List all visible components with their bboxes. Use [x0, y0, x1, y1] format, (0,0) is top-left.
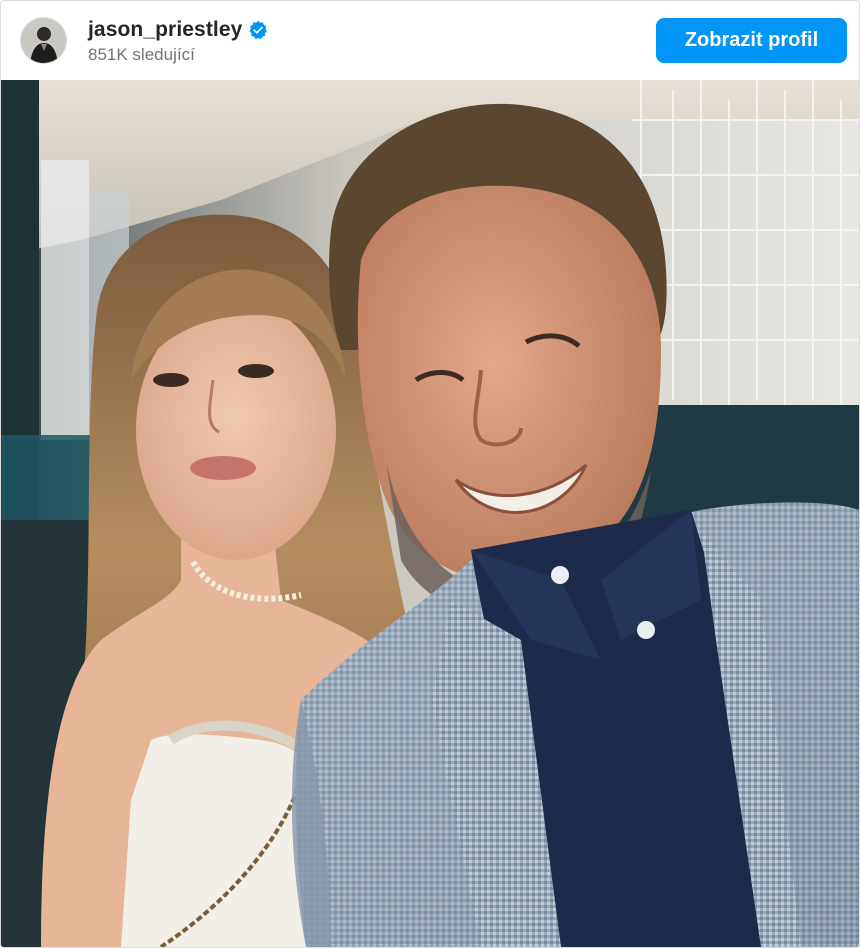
- follower-count: 851K sledující: [88, 44, 195, 64]
- view-profile-button[interactable]: Zobrazit profil: [656, 18, 847, 63]
- profile-avatar[interactable]: [20, 17, 67, 64]
- post-header: jason_priestley 851K sledující Zobrazit …: [1, 1, 859, 80]
- selfie-photo: [1, 80, 859, 947]
- instagram-embed: jason_priestley 851K sledující Zobrazit …: [0, 0, 860, 948]
- account-identity: jason_priestley 851K sledující: [88, 17, 268, 65]
- verified-badge-icon: [249, 20, 268, 39]
- username-link[interactable]: jason_priestley: [88, 18, 242, 42]
- post-photo[interactable]: [1, 80, 859, 947]
- avatar-image: [21, 18, 66, 63]
- username-row: jason_priestley: [88, 17, 268, 43]
